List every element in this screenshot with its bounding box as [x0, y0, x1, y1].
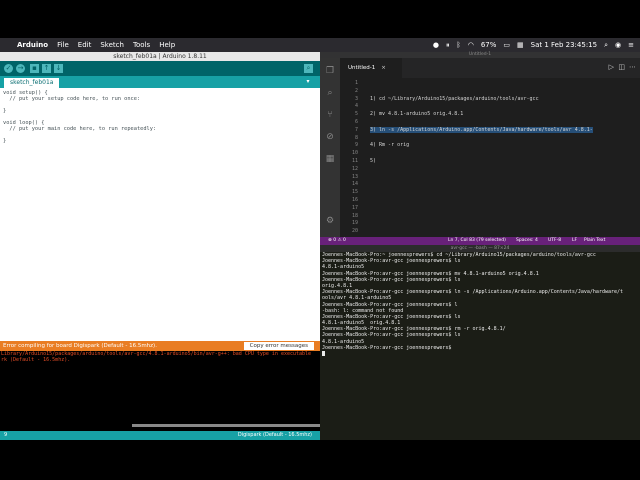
line-number: 12 [351, 165, 358, 172]
source-control-icon[interactable]: ⑂ [325, 110, 335, 120]
line-number: 3 [354, 95, 358, 102]
flag-icon[interactable]: ▦ [517, 41, 524, 49]
line-number: 13 [351, 173, 358, 180]
line-number: 14 [351, 181, 358, 188]
terminal-line: Joennes-MacBook-Pro:avr-gcc joennesprewe… [322, 344, 455, 351]
problems-status[interactable]: ⊗ 0 ⚠ 0 [328, 237, 346, 245]
tab-sketch[interactable]: sketch_feb01a [4, 78, 60, 88]
arduino-tab-bar: sketch_feb01a ▾ [0, 76, 320, 88]
code-editor[interactable]: void setup() { // put your setup code he… [3, 90, 315, 338]
editor-line: 1) cd ~/Library/Arduino15/packages/ardui… [370, 95, 539, 102]
new-button[interactable]: ▪ [30, 64, 39, 73]
vscode-window: Untitled-1 ❐ ⌕ ⑂ ⊘ ▦ ⚙ Untitled-1 × ▷ ◫ ⋯… [320, 52, 640, 245]
status-line-number: 9 [4, 432, 8, 438]
terminal-window: avr-gcc — -bash — 87×24 Joennes-MacBook-… [320, 245, 640, 440]
desktop-background [0, 440, 640, 480]
eol-status[interactable]: LF [572, 237, 577, 245]
cursor-position-status[interactable]: Ln 7, Col 83 (79 selected) [448, 237, 506, 245]
console-line: rk (Default - 16.5mhz). [1, 357, 71, 363]
verify-button[interactable]: ✓ [4, 64, 13, 73]
line-number: 10 [351, 150, 358, 157]
vscode-status-bar: ⊗ 0 ⚠ 0 Ln 7, Col 83 (79 selected) Space… [320, 237, 640, 245]
line-number: 20 [351, 228, 358, 235]
encoding-status[interactable]: UTF-8 [548, 237, 561, 245]
user-icon[interactable]: ◉ [615, 41, 621, 49]
menu-tools[interactable]: Tools [133, 41, 150, 49]
run-icon[interactable]: ▷ [609, 63, 614, 71]
terminal-output[interactable]: Joennes-MacBook-Pro:~ joennesprewers$ cd… [322, 252, 638, 402]
search-icon[interactable]: ⌕ [325, 88, 335, 98]
line-number: 18 [351, 212, 358, 219]
activity-bar: ❐ ⌕ ⑂ ⊘ ▦ ⚙ [320, 58, 340, 238]
tab-untitled[interactable]: Untitled-1 × [340, 58, 402, 78]
error-title: Error compiling for board Digispark (Def… [3, 343, 157, 349]
bluetooth-icon[interactable]: ᛒ [457, 41, 461, 49]
line-number: 6 [354, 119, 358, 125]
line-number: 7 [354, 126, 358, 133]
menu-icon[interactable]: ≡ [628, 41, 634, 49]
clock[interactable]: Sat 1 Feb 23:45:15 [531, 41, 597, 49]
tab-menu-icon[interactable]: ▾ [304, 78, 312, 86]
search-icon[interactable]: ⌕ [604, 41, 608, 50]
line-number: 9 [354, 142, 358, 149]
console-scrollbar[interactable] [132, 424, 320, 427]
code-line: } [3, 138, 7, 144]
status-board: Digispark (Default - 16.5mhz) [237, 432, 312, 438]
open-button[interactable]: ↑ [42, 64, 51, 73]
menu-bar: Arduino File Edit Sketch Tools Help ● ⏸ … [0, 38, 640, 52]
battery-icon[interactable]: ▭ [503, 41, 510, 49]
record-icon[interactable]: ● [433, 41, 439, 49]
editor-line: 5) [370, 158, 377, 164]
line-number: 4 [354, 103, 358, 110]
error-bar: Error compiling for board Digispark (Def… [0, 341, 320, 351]
copy-error-button[interactable]: Copy error messages [243, 342, 314, 350]
serial-monitor-button[interactable]: ⌕ [304, 64, 313, 73]
line-number: 15 [351, 189, 358, 196]
line-number: 11 [351, 158, 358, 164]
arduino-status-bar: 9 Digispark (Default - 16.5mhz) [0, 431, 320, 440]
editor-line: 3) ln -s /Applications/Arduino.app/Conte… [370, 126, 593, 133]
line-number: 1 [354, 80, 358, 86]
arduino-toolbar: ✓ → ▪ ↑ ↓ ⌕ [0, 61, 320, 76]
split-editor-icon[interactable]: ◫ [618, 63, 625, 71]
tab-label: Untitled-1 [348, 65, 376, 71]
save-button[interactable]: ↓ [54, 64, 63, 73]
line-number: 19 [351, 220, 358, 227]
terminal-title-bar: avr-gcc — -bash — 87×24 [320, 245, 640, 252]
more-actions-icon[interactable]: ⋯ [629, 63, 636, 71]
pause-icon[interactable]: ⏸ [446, 41, 450, 50]
indentation-status[interactable]: Spaces: 4 [516, 237, 538, 245]
menu-edit[interactable]: Edit [78, 41, 92, 49]
menu-file[interactable]: File [57, 41, 69, 49]
editor-line: 2) mv 4.8.1-arduino5 orig.4.8.1 [370, 111, 464, 118]
language-status[interactable]: Plain Text [584, 237, 605, 245]
settings-gear-icon[interactable]: ⚙ [325, 216, 335, 226]
debug-icon[interactable]: ⊘ [325, 132, 335, 142]
extensions-icon[interactable]: ▦ [325, 154, 335, 164]
line-number: 2 [354, 87, 358, 94]
menu-help[interactable]: Help [159, 41, 175, 49]
line-number: 17 [351, 204, 358, 211]
line-number: 16 [351, 197, 358, 203]
menu-sketch[interactable]: Sketch [100, 41, 124, 49]
console-output[interactable]: Library/Arduino15/packages/arduino/tools… [0, 351, 320, 431]
arduino-title-bar: sketch_feb01a | Arduino 1.8.11 [0, 52, 320, 61]
line-number: 5 [354, 111, 358, 118]
wifi-icon[interactable]: ◠ [468, 41, 474, 49]
terminal-cursor [322, 351, 325, 356]
text-editor[interactable]: 1 2 3 1) cd ~/Library/Arduino15/packages/ar… [340, 78, 640, 238]
menu-app-name[interactable]: Arduino [17, 41, 48, 49]
battery-text[interactable]: 67% [481, 41, 497, 49]
upload-button[interactable]: → [16, 64, 25, 73]
explorer-icon[interactable]: ❐ [325, 66, 335, 76]
line-number: 8 [354, 134, 358, 141]
close-icon[interactable]: × [381, 65, 386, 71]
editor-line: 4) Rm -r orig [370, 142, 410, 149]
editor-tab-bar: Untitled-1 × ▷ ◫ ⋯ [340, 58, 640, 78]
arduino-window: sketch_feb01a | Arduino 1.8.11 ✓ → ▪ ↑ ↓… [0, 52, 320, 440]
